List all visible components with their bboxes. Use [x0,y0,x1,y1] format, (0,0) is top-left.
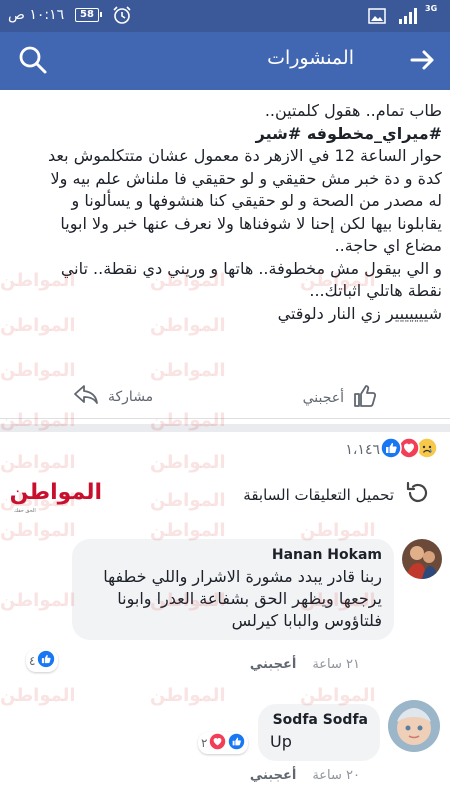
reaction-icons [380,437,438,463]
share-button[interactable]: مشاركة [72,383,153,411]
comment: Sodfa Sodfa Up ٢ ٢٠ ساعة أعجبني [0,700,450,800]
alarm-icon [112,5,132,29]
post-text: طاب تمام.. هقول كلمتين.. #ميراي_مخطوفه #… [8,100,442,325]
watermark: المواطن [150,490,226,511]
section-divider [0,424,450,432]
comment-time: ٢١ ساعة [312,657,360,672]
post-hashtags[interactable]: #ميراي_مخطوفه #شير [8,123,442,146]
like-reaction-icon [37,650,55,671]
arrow-right-icon[interactable] [410,48,436,76]
comment-reactions[interactable]: ٤ [26,649,59,672]
post-line: مضاع اي حاجة.. [334,236,442,255]
network-type: 3G [425,4,438,13]
load-previous-label: تحميل التعليقات السابقة [243,486,394,504]
watermark: المواطن [150,452,226,473]
comment-bubble[interactable]: Hanan Hokam ربنا قادر يبدد مشورة الاشرار… [72,539,394,640]
share-arrow-icon [72,383,100,411]
thumbs-up-icon [352,383,378,413]
status-bar: ١٠:١٦ ص 58 3G [0,0,450,32]
app-bar: المنشورات [0,32,450,90]
load-previous-comments[interactable]: تحميل التعليقات السابقة [243,480,432,510]
comment-bubble[interactable]: Sodfa Sodfa Up [258,704,380,761]
comment-author[interactable]: Hanan Hokam [84,547,382,563]
brand-tagline: الحق حقك [14,508,36,514]
comment-reaction-count: ٤ [29,653,36,668]
love-reaction-icon [209,733,226,753]
comment: Hanan Hokam ربنا قادر يبدد مشورة الاشرار… [0,535,450,680]
page-title: المنشورات [267,47,354,69]
comment-reaction-count: ٢ [201,736,208,750]
avatar[interactable] [402,539,442,579]
post-line: حوار الساعة 12 في الازهر دة معمول عشان م… [48,146,442,165]
comment-meta: ٢١ ساعة أعجبني [250,657,360,672]
comment-author[interactable]: Sodfa Sodfa [270,712,368,728]
comment-like-button[interactable]: أعجبني [250,657,296,672]
search-icon[interactable] [18,45,48,79]
avatar[interactable] [388,700,440,752]
comment-text: Up [270,732,292,751]
post-line: له مصدر من الصحة و لو حقيقي كنا هنشوفها … [71,191,442,210]
like-reaction-icon [380,437,402,463]
reaction-count: ١،١٤٦ [345,442,380,458]
gallery-icon [368,8,386,28]
post-actions: أعجبني مشاركة [0,375,450,419]
comment-meta: ٢٠ ساعة أعجبني [250,768,360,783]
comment-reactions[interactable]: ٢ [198,732,249,754]
like-label: أعجبني [302,390,344,406]
post-line: كدة و دة خبر مش حقيقي و لو حقيقي فا ملنا… [50,168,442,188]
refresh-arrow-icon [404,479,432,511]
post-line: طاب تمام.. هقول كلمتين.. [264,101,442,120]
reactions-summary[interactable]: ١،١٤٦ [341,437,438,463]
comment-like-button[interactable]: أعجبني [250,768,296,783]
like-button[interactable]: أعجبني [303,383,378,413]
brand-name: المواطن [9,480,102,505]
clock: ١٠:١٦ ص [8,7,65,23]
like-reaction-icon [228,733,245,753]
watermark: المواطن [0,452,76,473]
post-line: يقابلونا بيها لكن إحنا لا شوفناها ولا نع… [60,213,442,233]
brand-logo: المواطن الحق حقك [9,480,102,514]
post-line: شييييييير زي النار دلوقتي [277,303,442,323]
comment-text: ربنا قادر يبدد مشورة الاشرار واللي خطفها… [103,567,382,630]
post-line: نقطة هاتلي اثباتك... [309,281,442,300]
post-line: و الي بيقول مش مخطوفة.. هاتها و وريني دي… [60,258,442,278]
share-label: مشاركة [108,389,154,405]
comment-time: ٢٠ ساعة [312,768,360,783]
signal-icon [398,7,420,29]
battery-icon: 58 [75,8,102,22]
